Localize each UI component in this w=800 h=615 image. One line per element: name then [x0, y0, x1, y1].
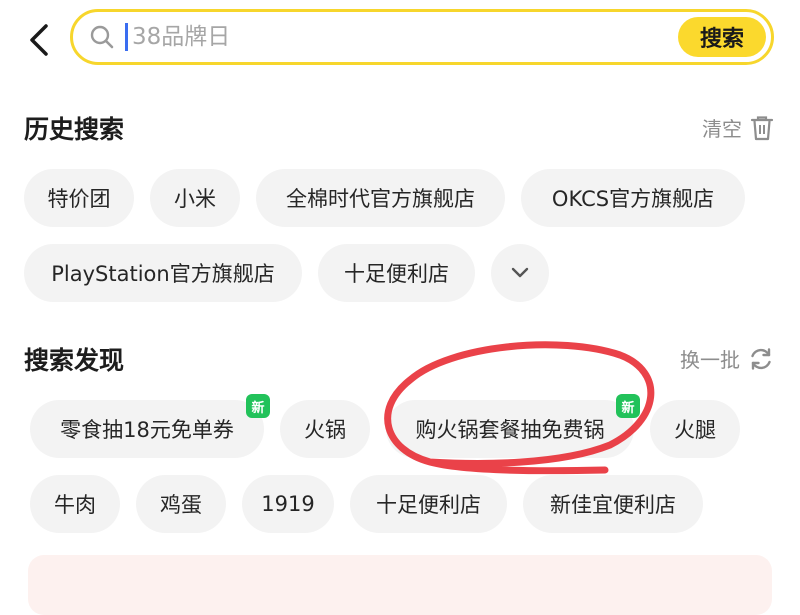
chip-label: 小米	[174, 187, 216, 211]
chip-label: 火锅	[304, 418, 346, 442]
discover-title: 搜索发现	[24, 346, 125, 375]
chip-label: 鸡蛋	[160, 493, 202, 517]
history-chip[interactable]: 全棉时代官方旗舰店	[256, 169, 505, 227]
chip-label: OKCS官方旗舰店	[551, 187, 715, 211]
discover-chip[interactable]: 零食抽18元免单券 新	[30, 394, 270, 458]
chevron-down-icon	[511, 267, 529, 278]
discover-chip[interactable]: 十足便利店	[350, 475, 507, 533]
back-button[interactable]	[22, 20, 56, 60]
search-input[interactable]	[130, 23, 654, 51]
chip-label: 零食抽18元免单券	[60, 418, 234, 442]
new-badge: 新	[616, 394, 640, 418]
clear-label: 清空	[702, 117, 742, 141]
chip-label: 新佳宜便利店	[550, 493, 676, 517]
history-title: 历史搜索	[24, 115, 125, 144]
history-chip[interactable]: 特价团	[24, 169, 134, 227]
promo-card[interactable]	[28, 555, 772, 615]
discover-chip[interactable]: 购火锅套餐抽免费锅 新	[386, 394, 640, 458]
discover-chip[interactable]: 火锅	[280, 400, 370, 458]
chip-label: 购火锅套餐抽免费锅	[415, 418, 605, 442]
history-chip[interactable]: 小米	[150, 169, 240, 227]
history-chip[interactable]: OKCS官方旗舰店	[521, 169, 745, 227]
chip-label: 特价团	[47, 187, 111, 211]
search-button[interactable]: 搜索	[678, 17, 766, 57]
discover-chip[interactable]: 新佳宜便利店	[523, 475, 703, 533]
refresh-icon	[751, 347, 771, 370]
expand-history-button[interactable]	[491, 244, 549, 302]
refresh-label: 换一批	[680, 348, 740, 372]
search-bar: 搜索	[70, 9, 774, 65]
discover-chip[interactable]: 火腿	[650, 400, 740, 458]
trash-icon	[750, 115, 774, 140]
discover-chip[interactable]: 1919	[242, 475, 334, 533]
chip-label: 全棉时代官方旗舰店	[286, 187, 475, 211]
clear-history-button[interactable]: 清空	[702, 113, 774, 142]
chip-label: 牛肉	[54, 493, 96, 517]
history-chip[interactable]: PlayStation官方旗舰店	[24, 244, 302, 302]
chevron-left-icon	[30, 24, 48, 56]
discover-chip[interactable]: 牛肉	[30, 475, 120, 533]
new-badge: 新	[246, 394, 270, 418]
chip-label: 1919	[261, 492, 315, 516]
refresh-button[interactable]: 换一批	[680, 344, 774, 373]
chip-label: 十足便利店	[376, 493, 481, 517]
history-chip[interactable]: 十足便利店	[318, 244, 475, 302]
discover-chip[interactable]: 鸡蛋	[136, 475, 226, 533]
chip-label: 火腿	[674, 418, 716, 442]
search-icon	[89, 24, 115, 50]
chip-label: 十足便利店	[344, 262, 449, 286]
text-cursor	[125, 23, 128, 51]
chip-label: PlayStation官方旗舰店	[51, 262, 275, 286]
